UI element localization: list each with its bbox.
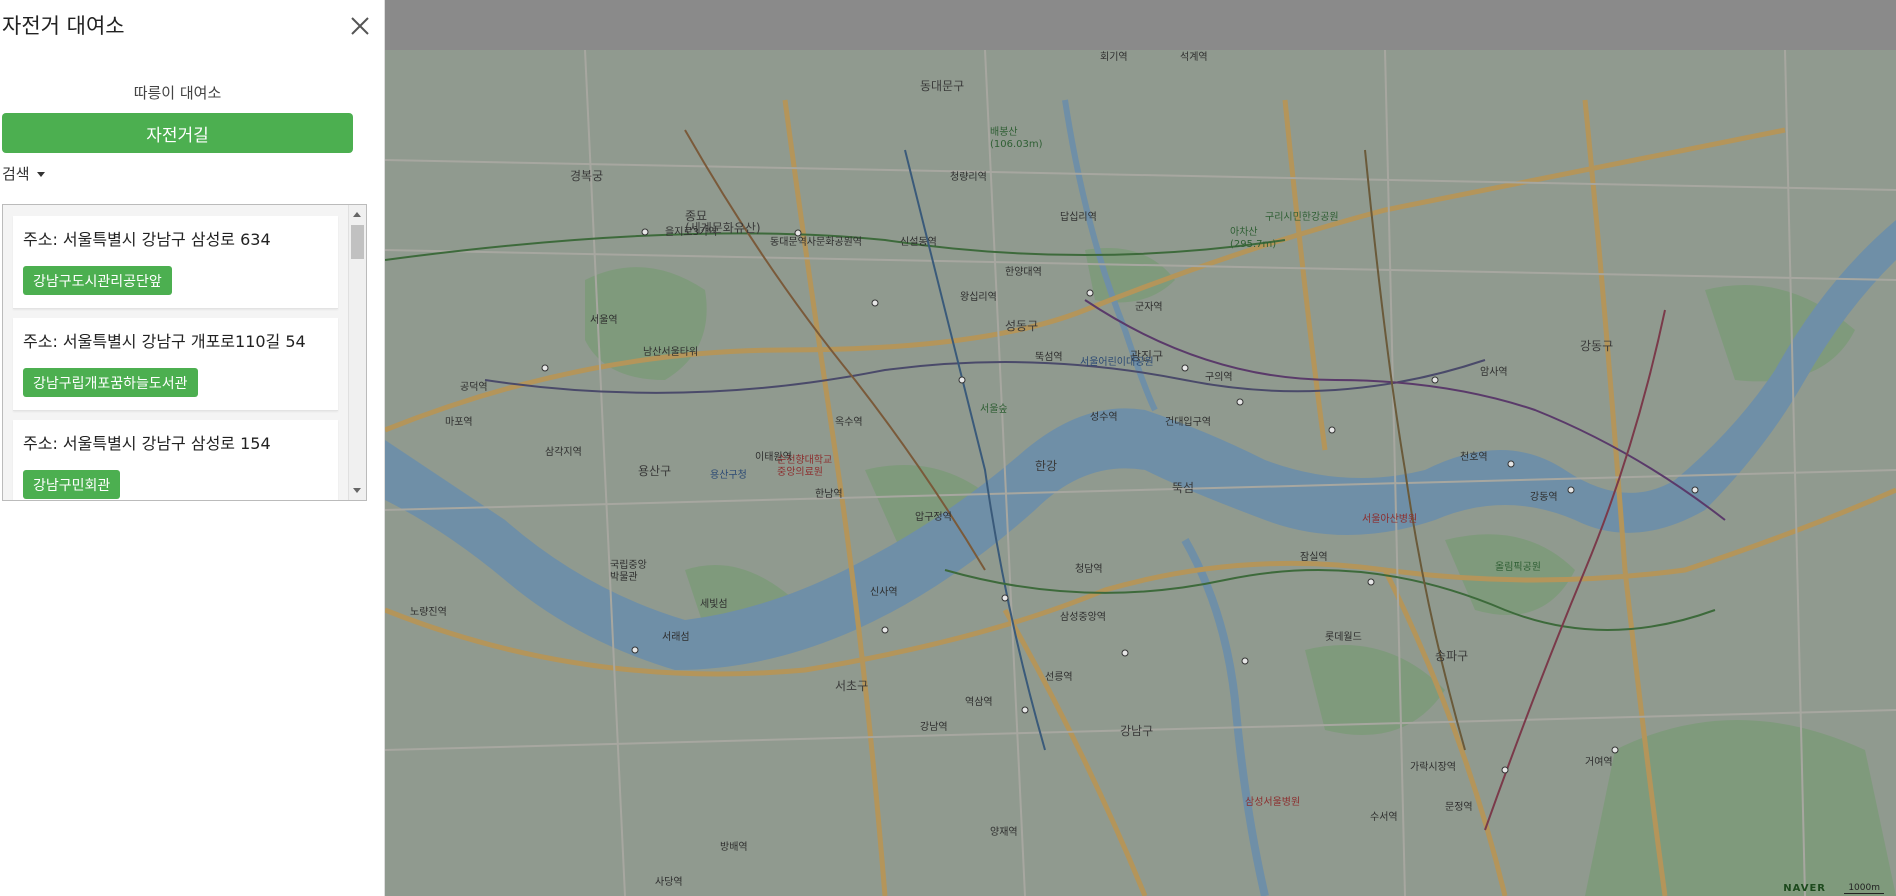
map-label-dongdaemun-gu: 동대문구 <box>920 79 964 93</box>
map-label-hangang: 한강 <box>1035 459 1057 473</box>
map-label-gyeongbokgung: 경복궁 <box>570 169 603 183</box>
map-label-sinseol: 신설동역 <box>900 236 937 248</box>
station-address: 주소: 서울특별시 강남구 삼성로 154 <box>23 434 271 453</box>
map-label-yongsan-gucheong: 용산구청 <box>710 469 747 481</box>
map-label-sebitseom: 세빛섬 <box>700 598 728 610</box>
map-label-seocho-gu: 서초구 <box>835 679 868 693</box>
map-label-sadang: 사당역 <box>655 876 683 888</box>
map-label-munjeong: 문정역 <box>1445 801 1473 813</box>
map-area[interactable]: 경복궁 종묘 (세계문화유산) 서울역 남산서울타워 용산구 용산구청 순천향대학… <box>385 0 1896 896</box>
map-label-ttukseom: 뚝섬 <box>1172 481 1194 495</box>
map-label-suseo: 수서역 <box>1370 811 1398 823</box>
map-canvas[interactable]: 경복궁 종묘 (세계문화유산) 서울역 남산서울타워 용산구 용산구청 순천향대학… <box>385 50 1896 896</box>
map-label-seongsu: 성수역 <box>1090 411 1118 423</box>
station-name-button[interactable]: 강남구민회관 <box>23 470 121 499</box>
map-label-apgujeong: 압구정역 <box>915 510 952 523</box>
map-label-jamsil: 잠실역 <box>1300 551 1328 563</box>
map-label-children-park: 서울어린이대공원 <box>1080 356 1154 368</box>
map-label-yangjae: 양재역 <box>990 826 1018 838</box>
map-label-euljiro: 을지로3가역 <box>665 226 717 238</box>
map-label-sinsa: 신사역 <box>870 586 898 598</box>
map-label-cheonho: 천호역 <box>1460 451 1488 463</box>
map-label-namsan-tower: 남산서울타워 <box>643 345 698 358</box>
map-label-samseong: 삼성중앙역 <box>1060 611 1106 623</box>
scroll-up-arrow-icon[interactable] <box>353 212 361 217</box>
map-label-guui: 구의역 <box>1205 371 1233 383</box>
scroll-thumb[interactable] <box>351 225 364 259</box>
map-label-gangnam-gu: 강남구 <box>1120 724 1153 738</box>
map-top-strip <box>385 0 1896 50</box>
map-label-oksu: 옥수역 <box>835 416 863 428</box>
map-label-wangsimni: 왕십리역 <box>960 291 997 303</box>
map-label-lotte-world: 롯데월드 <box>1325 631 1362 643</box>
map-label-geoyeo: 거여역 <box>1585 756 1613 768</box>
station-card[interactable]: 주소: 서울특별시 강남구 개포로110길 54 강남구립개포꿈하늘도서관 <box>13 318 338 411</box>
map-label-garak: 가락시장역 <box>1410 761 1456 773</box>
station-card[interactable]: 주소: 서울특별시 강남구 삼성로 634 강남구도시관리공단앞 <box>13 216 338 309</box>
station-name-button[interactable]: 강남구립개포꿈하늘도서관 <box>23 368 198 397</box>
map-label-seorae-island: 서래섬 <box>662 631 690 643</box>
naver-logo: NAVER <box>1783 883 1826 894</box>
station-card[interactable]: 주소: 서울특별시 강남구 삼성로 154 강남구민회관 <box>13 420 338 500</box>
map-label-guri-park: 구리시민한강공원 <box>1265 211 1339 223</box>
map-label-ttukseom-station: 뚝섬역 <box>1035 351 1063 363</box>
map-label-samsung-hospital: 삼성서울병원 <box>1245 796 1300 808</box>
bike-road-button[interactable]: 자전거길 <box>2 113 353 153</box>
map-scale: 1000m <box>1844 883 1884 894</box>
panel-title: 자전거 대여소 <box>2 14 125 38</box>
station-address: 주소: 서울특별시 강남구 삼성로 634 <box>23 230 271 249</box>
map-label-noryangjin: 노량진역 <box>410 606 447 618</box>
map-label-gangnam: 강남역 <box>920 721 948 733</box>
map-label-ddp: 동대문역사문화공원역 <box>770 236 862 248</box>
close-icon <box>351 17 369 35</box>
search-toggle[interactable]: 검색 <box>2 163 45 184</box>
station-name-button[interactable]: 강남구도시관리공단앞 <box>23 266 172 295</box>
station-list[interactable]: 주소: 서울특별시 강남구 삼성로 634 강남구도시관리공단앞 주소: 서울특… <box>2 204 367 501</box>
map-label-hoegi: 회기역 <box>1100 51 1128 63</box>
map-label-seoul-station: 서울역 <box>590 314 618 326</box>
map-label-songpa-gu: 송파구 <box>1435 649 1468 663</box>
map-label-mapo: 마포역 <box>445 416 473 428</box>
map-label-amsa: 암사역 <box>1480 366 1508 378</box>
map-label-itaewon: 이태원역 <box>755 451 792 463</box>
bike-station-panel: 자전거 대여소 따릉이 대여소 자전거길 검색 주소: 서울특별시 강남구 삼성… <box>0 0 385 896</box>
map-label-gongdeok: 공덕역 <box>460 381 488 393</box>
map-label-seolleung: 선릉역 <box>1045 671 1073 683</box>
map-label-kondae: 건대입구역 <box>1165 415 1211 428</box>
map-label-gangdong-gu: 강동구 <box>1580 339 1613 353</box>
list-scrollbar[interactable] <box>348 205 366 500</box>
map-label-seongdong-gu: 성동구 <box>1005 319 1038 333</box>
map-label-yongsan-gu: 용산구 <box>638 464 671 478</box>
map-label-dapsimni: 답십리역 <box>1060 211 1097 223</box>
station-type-label: 따릉이 대여소 <box>133 84 222 102</box>
caret-down-icon <box>36 172 45 177</box>
map-label-hannam: 한남역 <box>815 488 843 500</box>
map-label-bangbae: 방배역 <box>720 841 748 853</box>
map-label-seokgye: 석계역 <box>1180 51 1208 63</box>
map-label-gangdong: 강동역 <box>1530 491 1558 503</box>
map-label-hanyang-univ: 한양대역 <box>1005 266 1042 278</box>
map-label-cheongdam: 청담역 <box>1075 563 1103 575</box>
map-label-gunja: 군자역 <box>1135 301 1163 313</box>
map-label-cheongnyangni: 청량리역 <box>950 171 987 183</box>
map-label-olympic-park: 올림픽공원 <box>1495 561 1541 573</box>
search-label: 검색 <box>2 165 30 183</box>
map-label-yeoksam: 역삼역 <box>965 696 993 708</box>
close-button[interactable] <box>347 13 373 39</box>
map-label-samgakji: 삼각지역 <box>545 446 582 458</box>
map-label-seoul-asan: 서울아산병원 <box>1362 513 1417 525</box>
scroll-down-arrow-icon[interactable] <box>353 488 361 493</box>
map-label-seoul-forest: 서울숲 <box>980 403 1008 415</box>
station-address: 주소: 서울특별시 강남구 개포로110길 54 <box>23 332 306 351</box>
